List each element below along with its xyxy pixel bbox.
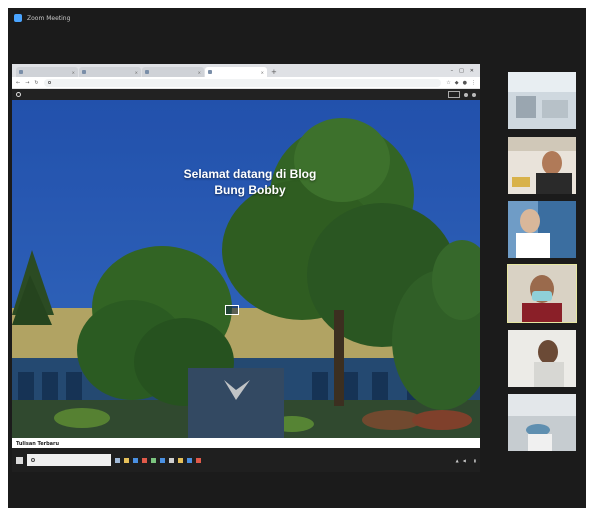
extensions-icon[interactable]: ◆	[455, 80, 459, 86]
forward-icon[interactable]: →	[25, 80, 29, 86]
app-title-bar: Zoom Meeting	[14, 14, 70, 22]
participant-video	[508, 72, 576, 129]
taskbar-app-icon[interactable]	[196, 457, 201, 463]
taskbar-app-icon[interactable]	[178, 457, 183, 463]
star-icon[interactable]: ☆	[446, 80, 450, 86]
participant-video	[508, 330, 576, 387]
site-bar-button[interactable]	[448, 91, 460, 98]
hero-section: Selamat datang di Blog Bung Bobby	[12, 100, 480, 438]
hero-cta-button[interactable]	[225, 305, 239, 315]
network-icon[interactable]: ▲	[456, 458, 459, 463]
close-icon[interactable]: ×	[261, 70, 264, 75]
close-icon[interactable]: ×	[198, 70, 201, 75]
taskbar-app-icon[interactable]	[133, 457, 138, 463]
participant-tile-active[interactable]	[507, 264, 577, 323]
participant-video	[508, 201, 576, 258]
hero-background-image	[12, 100, 480, 438]
favicon-icon	[208, 70, 212, 74]
participant-tile[interactable]	[508, 394, 576, 451]
site-logo-icon[interactable]	[16, 92, 21, 97]
taskbar-app-icon[interactable]	[151, 457, 156, 463]
participant-tile[interactable]	[508, 330, 576, 387]
close-icon[interactable]: ×	[72, 70, 75, 75]
taskbar-app-icon[interactable]	[160, 457, 165, 463]
browser-tab[interactable]: ×	[142, 67, 204, 77]
taskbar-search[interactable]	[27, 454, 111, 466]
zoom-app-icon	[14, 14, 22, 22]
participant-video	[508, 265, 576, 322]
participant-tile[interactable]	[508, 72, 576, 129]
volume-icon[interactable]: ◀	[463, 458, 466, 463]
new-tab-button[interactable]: +	[268, 67, 280, 77]
site-bar-right	[448, 91, 476, 98]
taskbar-app-icon[interactable]	[169, 457, 174, 463]
taskbar-app-icon[interactable]	[187, 457, 192, 463]
latest-posts-section: Tulisan Terbaru	[12, 438, 480, 448]
meeting-window: Zoom Meeting × × × × + – □ ✕ ← → ↻ ☆ ◆ ●…	[8, 8, 586, 508]
browser-tab[interactable]: ×	[79, 67, 141, 77]
search-icon[interactable]	[464, 92, 468, 97]
favicon-icon	[82, 70, 86, 74]
maximize-button[interactable]: □	[459, 68, 464, 74]
profile-icon[interactable]: ●	[463, 80, 467, 86]
window-controls: – □ ✕	[451, 68, 480, 74]
lock-icon	[47, 81, 51, 84]
back-icon[interactable]: ←	[16, 80, 20, 86]
menu-icon[interactable]: ⋮	[471, 80, 476, 86]
url-field[interactable]	[43, 78, 442, 87]
address-bar: ← → ↻ ☆ ◆ ● ⋮	[12, 77, 480, 89]
close-window-button[interactable]: ✕	[470, 68, 474, 74]
participant-tile[interactable]	[508, 201, 576, 258]
site-admin-bar	[12, 89, 480, 100]
participant-video	[508, 394, 576, 451]
participant-video	[508, 137, 576, 194]
browser-tab[interactable]: ×	[16, 67, 78, 77]
browser-tab-bar: × × × × + – □ ✕	[12, 64, 480, 77]
shared-screen: × × × × + – □ ✕ ← → ↻ ☆ ◆ ● ⋮ Selamat da…	[12, 64, 480, 472]
browser-tab-active[interactable]: ×	[205, 67, 267, 77]
close-icon[interactable]: ×	[135, 70, 138, 75]
notification-icon[interactable]: ▮	[474, 458, 476, 463]
taskbar-app-icon[interactable]	[115, 457, 120, 463]
search-icon	[31, 458, 35, 462]
favicon-icon	[145, 70, 149, 74]
favicon-icon	[19, 70, 23, 74]
minimize-button[interactable]: –	[451, 68, 454, 74]
taskbar-app-icon[interactable]	[124, 457, 129, 463]
taskbar-app-icon[interactable]	[142, 457, 147, 463]
reload-icon[interactable]: ↻	[34, 80, 38, 86]
browser-toolbar-right: ☆ ◆ ● ⋮	[446, 80, 476, 86]
participant-tile[interactable]	[508, 137, 576, 194]
windows-start-icon[interactable]	[16, 456, 23, 464]
section-title: Tulisan Terbaru	[16, 441, 60, 447]
windows-taskbar: ▲ ◀ ▮	[12, 448, 480, 472]
system-tray: ▲ ◀ ▮	[456, 458, 476, 463]
user-avatar-icon[interactable]	[472, 92, 476, 97]
hero-title: Selamat datang di Blog Bung Bobby	[183, 167, 317, 197]
app-title: Zoom Meeting	[27, 14, 71, 22]
